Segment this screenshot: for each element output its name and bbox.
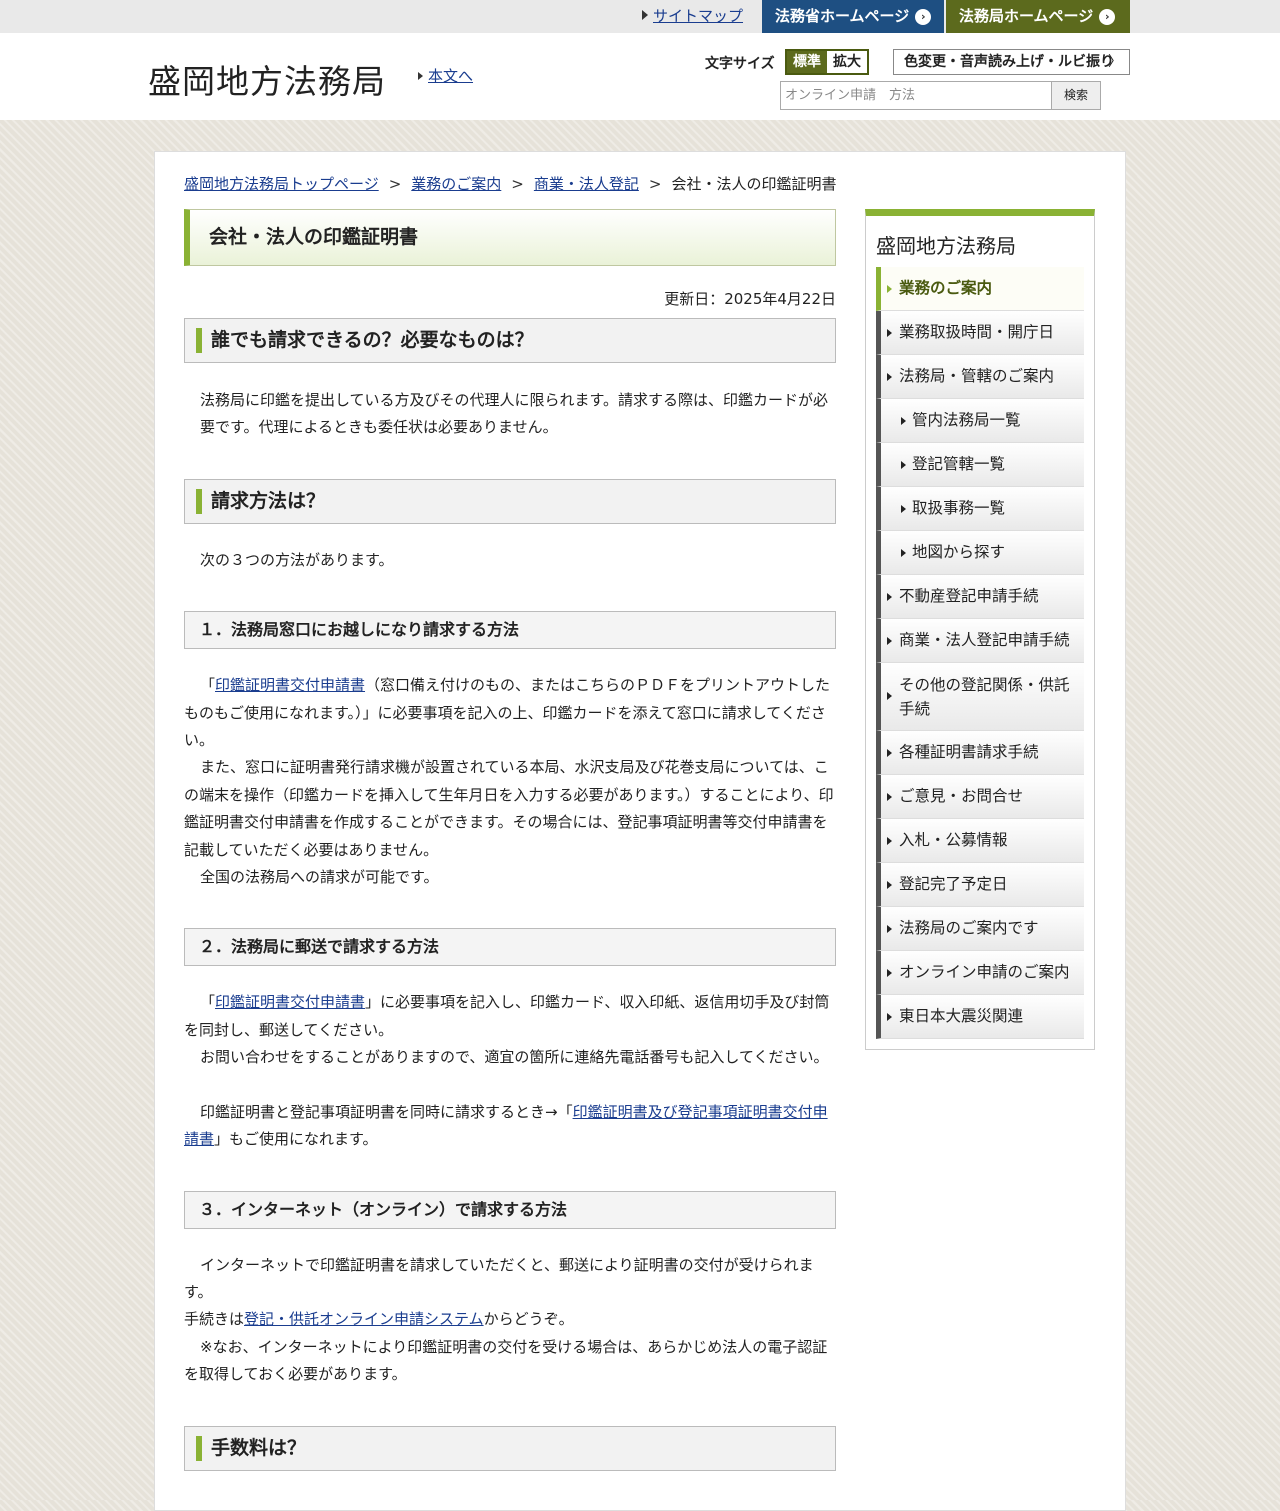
- content-panel: 盛岡地方法務局トップページ > 業務のご案内 > 商業・法人登記 > 会社・法人の印鑑証明書…: [154, 151, 1126, 1511]
- sidebar-item-commercial[interactable]: 商業・法人登記申請手続: [876, 619, 1084, 663]
- breadcrumb-item-services[interactable]: 業務のご案内: [411, 175, 501, 193]
- section-heading-who: 誰でも請求できるの？必要なものは？: [184, 318, 836, 363]
- breadcrumb-separator: >: [648, 175, 662, 193]
- moj-home-button[interactable]: 法務省ホームページ ›: [762, 0, 944, 33]
- arrow-right-icon: [418, 72, 423, 80]
- breadcrumb-item-top[interactable]: 盛岡地方法務局トップページ: [184, 175, 379, 193]
- method-2-para-2: お問い合わせをすることがありますので、適宜の箇所に連絡先電話番号も記入してくださ…: [200, 1048, 829, 1067]
- section-text-who: 法務局に印鑑を提出している方及びその代理人に限られます。請求する際は、印鑑カード…: [200, 391, 829, 437]
- sidebar-item-earthquake[interactable]: 東日本大震災関連: [876, 995, 1084, 1039]
- skip-to-content-link[interactable]: 本文へ: [428, 67, 473, 85]
- sidebar-item-registry-jurisdiction[interactable]: 登記管轄一覧: [876, 443, 1084, 487]
- bureau-home-label: 法務局ホームページ: [959, 7, 1094, 25]
- sidebar-item-inquiries[interactable]: ご意見・お問合せ: [876, 775, 1084, 819]
- site-logo[interactable]: 盛岡地方法務局: [148, 55, 386, 103]
- method-3-para-2: 手続きは登記・供託オンライン申請システムからどうぞ。: [184, 1306, 836, 1333]
- sidebar-item-certificates[interactable]: 各種証明書請求手続: [876, 731, 1084, 775]
- method-3-p2-pre: 手続きは: [184, 1310, 245, 1329]
- sidebar-item-map-search[interactable]: 地図から探す: [876, 531, 1084, 575]
- method-3-body: インターネットで印鑑証明書を請求していただくと、郵送により証明書の交付が受けられ…: [184, 1252, 836, 1389]
- moj-home-label: 法務省ホームページ: [775, 7, 910, 25]
- sidebar-item-guide[interactable]: 法務局のご案内です: [876, 907, 1084, 951]
- method-1-para-1: 「印鑑証明書交付申請書（窓口備え付けのもの、またはこちらのＰＤＦをプリントアウト…: [184, 672, 836, 754]
- sidebar-item-real-estate[interactable]: 不動産登記申請手続: [876, 575, 1084, 619]
- accessibility-label: 色変更・音声読み上げ・ルビ振り: [904, 54, 1114, 70]
- top-utility-bar: サイトマップ 法務省ホームページ › 法務局ホームページ ›: [0, 0, 1280, 33]
- sidebar-item-bids[interactable]: 入札・公募情報: [876, 819, 1084, 863]
- search-button[interactable]: 検索: [1051, 81, 1101, 110]
- section-heading-how: 請求方法は？: [184, 478, 836, 524]
- sidebar-item-other-registry[interactable]: その他の登記関係・供託手続: [876, 663, 1084, 731]
- breadcrumb-separator: >: [511, 175, 524, 193]
- method-3-para-3: ※なお、インターネットにより印鑑証明書の交付を受ける場合は、あらかじめ法人の電子…: [184, 1337, 828, 1384]
- sitemap-link[interactable]: サイトマップ: [653, 7, 743, 25]
- seal-cert-form-link[interactable]: 印鑑証明書交付申請書: [215, 676, 365, 694]
- sidebar-item-affairs-list[interactable]: 取扱事務一覧: [876, 487, 1084, 531]
- site-header: 盛岡地方法務局 本文へ 文字サイズ 標準 拡大 色変更・音声読み上げ・ルビ振り …: [0, 33, 1280, 120]
- method-1-body: 「印鑑証明書交付申請書（窓口備え付けのもの、またはこちらのＰＤＦをプリントアウト…: [184, 672, 836, 891]
- breadcrumb: 盛岡地方法務局トップページ > 業務のご案内 > 商業・法人登記 > 会社・法人の印鑑証明書: [184, 173, 836, 194]
- arrow-right-icon: [642, 10, 648, 20]
- font-large-button[interactable]: 拡大: [827, 51, 867, 73]
- page-title: 会社・法人の印鑑証明書: [184, 209, 836, 266]
- sidebar-item-completion-dates[interactable]: 登記完了予定日: [876, 863, 1084, 907]
- method-2-p3-pre: 印鑑証明書と登記事項証明書を同時に請求するとき→「: [200, 1102, 573, 1121]
- quote-open: 「: [200, 676, 216, 695]
- section-heading-fee: 手数料は？: [184, 1425, 836, 1471]
- accessibility-button[interactable]: 色変更・音声読み上げ・ルビ振り 〉: [893, 49, 1130, 75]
- sidebar-nav: 業務のご案内 業務取扱時間・開庁日 法務局・管轄のご案内 管内法務局一覧 登記管…: [876, 267, 1084, 1039]
- seal-cert-form-link[interactable]: 印鑑証明書交付申請書: [215, 993, 365, 1011]
- breadcrumb-item-commercial[interactable]: 商業・法人登記: [534, 175, 639, 193]
- method-2-para-3: 印鑑証明書と登記事項証明書を同時に請求するとき→「印鑑証明書及び登記事項証明書交…: [184, 1099, 836, 1154]
- main-content: 会社・法人の印鑑証明書 更新日：2025年4月22日 誰でも請求できるの？必要な…: [184, 209, 836, 1471]
- breadcrumb-separator: >: [388, 175, 402, 193]
- quote-open: 「: [200, 993, 216, 1012]
- chevron-right-icon: ›: [1099, 9, 1116, 25]
- method-3-p2-post: からどうぞ。: [483, 1310, 574, 1329]
- method-2-heading: ２．法務局に郵送で請求する方法: [184, 928, 836, 967]
- method-2-body: 「印鑑証明書交付申請書」に必要事項を記入し、印鑑カード、収入印紙、返信用切手及び…: [184, 989, 836, 1153]
- method-1-para-3: 全国の法務局への請求が可能です。: [200, 868, 439, 887]
- updated-date: 更新日：2025年4月22日: [664, 290, 836, 308]
- font-size-label: 文字サイズ: [705, 56, 775, 72]
- sitemap-link-wrap: サイトマップ: [642, 5, 743, 26]
- section-text-how: 次の３つの方法があります。: [200, 550, 394, 569]
- method-2-para-1: 「印鑑証明書交付申請書」に必要事項を記入し、印鑑カード、収入印紙、返信用切手及び…: [184, 989, 836, 1044]
- font-standard-button[interactable]: 標準: [787, 51, 827, 73]
- sidebar-item-jurisdiction[interactable]: 法務局・管轄のご案内: [876, 355, 1084, 399]
- method-1-heading: １．法務局窓口にお越しになり請求する方法: [184, 611, 836, 650]
- online-system-link[interactable]: 登記・供託オンライン申請システム: [244, 1310, 484, 1328]
- bureau-home-button[interactable]: 法務局ホームページ ›: [946, 0, 1130, 33]
- sidebar-item-hours[interactable]: 業務取扱時間・開庁日: [876, 311, 1084, 355]
- skip-link-wrap: 本文へ: [418, 65, 473, 86]
- chevron-right-icon: 〉: [1108, 54, 1122, 70]
- search-input[interactable]: オンライン申請 方法: [780, 81, 1052, 110]
- method-1-para-2: また、窓口に証明書発行請求機が設置されている本局、水沢支局及び花巻支局については…: [184, 758, 834, 859]
- sidebar-item-online[interactable]: オンライン申請のご案内: [876, 951, 1084, 995]
- sidebar-item-services[interactable]: 業務のご案内: [876, 267, 1084, 311]
- font-size-toggle: 標準 拡大: [785, 49, 869, 75]
- method-3-heading: ３．インターネット（オンライン）で請求する方法: [184, 1190, 836, 1229]
- method-3-para-1: インターネットで印鑑証明書を請求していただくと、郵送により証明書の交付が受けられ…: [184, 1255, 814, 1301]
- sidebar-title: 盛岡地方法務局: [876, 234, 1016, 258]
- sidebar-item-bureau-list[interactable]: 管内法務局一覧: [876, 399, 1084, 443]
- method-2-p3-post: 」もご使用になれます。: [214, 1130, 378, 1149]
- breadcrumb-current: 会社・法人の印鑑証明書: [671, 175, 837, 193]
- chevron-right-icon: ›: [915, 9, 932, 25]
- sidebar: 盛岡地方法務局 業務のご案内 業務取扱時間・開庁日 法務局・管轄のご案内 管内法…: [865, 209, 1095, 1050]
